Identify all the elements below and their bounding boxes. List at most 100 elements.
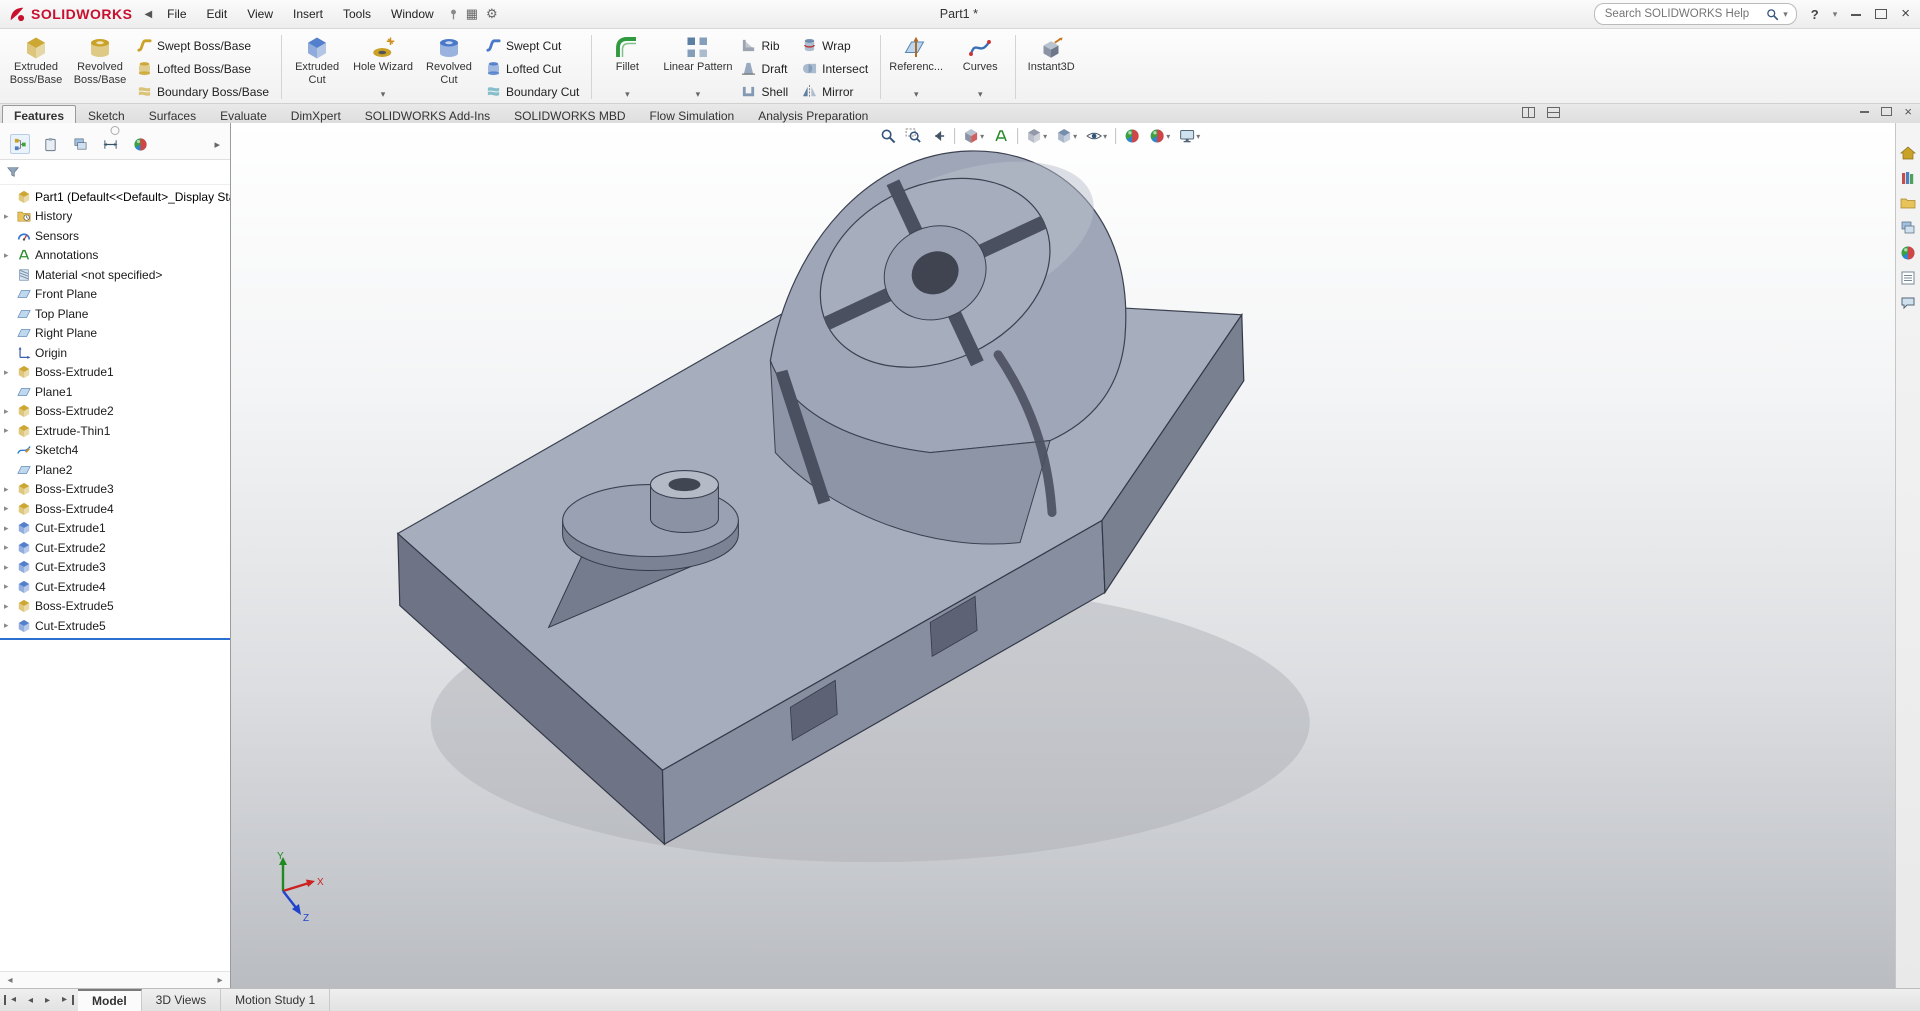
tree-item-top-plane[interactable]: ▸ Top Plane <box>0 304 230 324</box>
document-restore-button[interactable] <box>1881 107 1893 116</box>
curves-button[interactable]: Curves ▾ <box>948 31 1012 103</box>
filter-funnel-icon[interactable] <box>6 165 20 179</box>
reference-geometry-dropdown-icon[interactable]: ▾ <box>914 90 919 100</box>
expand-arrow-icon[interactable]: ▸ <box>4 426 15 435</box>
custom-properties-icon[interactable] <box>1900 270 1916 286</box>
swept-boss-base-button[interactable]: Swept Boss/Base <box>132 34 278 57</box>
expand-arrow-icon[interactable]: ▸ <box>4 621 15 630</box>
quick-snapshot-icon[interactable]: ▦ <box>462 6 482 22</box>
view-orientation-chevron-icon[interactable]: ▾ <box>1043 132 1047 141</box>
expand-arrow-icon[interactable]: ▸ <box>4 562 15 572</box>
tree-item-cut-extrude5[interactable]: ▸ Cut-Extrude5 <box>0 616 230 636</box>
display-style-button[interactable]: ▾ <box>1053 126 1080 146</box>
split-pane-vertical-icon[interactable] <box>1522 107 1535 118</box>
tree-item-annotations[interactable]: ▸ Annotations <box>0 246 230 266</box>
section-view-chevron-icon[interactable]: ▾ <box>980 132 984 141</box>
tree-item-sensors[interactable]: ▸ Sensors <box>0 226 230 246</box>
scroll-left-arrow-icon[interactable]: ◂ <box>3 975 17 986</box>
document-close-button[interactable]: × <box>1904 105 1912 118</box>
expand-arrow-icon[interactable]: ▸ <box>4 582 15 591</box>
view-settings-chevron-icon[interactable]: ▾ <box>1196 132 1200 141</box>
tree-item-cut-extrude4[interactable]: ▸ Cut-Extrude4 <box>0 577 230 597</box>
menu-window[interactable]: Window <box>382 4 443 24</box>
graphics-viewport[interactable]: ▾ ▾ ▾ ▾ ▾ ▾ Y X Z <box>231 123 1895 989</box>
view-palette-icon[interactable] <box>1900 220 1916 236</box>
first-tab-button[interactable]: ◂ <box>4 995 21 1005</box>
task-pane-home-icon[interactable] <box>1900 145 1916 161</box>
last-tab-button[interactable]: ▸ <box>57 995 74 1005</box>
tree-item-plane1[interactable]: ▸ Plane1 <box>0 382 230 402</box>
search-scope-chevron-icon[interactable]: ▾ <box>1783 9 1788 20</box>
document-minimize-button[interactable] <box>1860 110 1870 113</box>
view-orientation-button[interactable]: ▾ <box>1023 126 1050 146</box>
file-explorer-icon[interactable] <box>1900 195 1916 211</box>
wrap-button[interactable]: Wrap <box>797 34 877 57</box>
displaymanager-tab[interactable] <box>130 134 150 154</box>
menu-insert[interactable]: Insert <box>284 4 332 24</box>
draft-button[interactable]: Draft <box>736 57 797 80</box>
previous-tab-button[interactable]: ◂ <box>23 995 38 1006</box>
expand-arrow-icon[interactable]: ▸ <box>4 211 15 221</box>
panel-flyout-chevron-icon[interactable]: ▸ <box>214 138 224 151</box>
search-icon[interactable] <box>1766 8 1779 21</box>
expand-arrow-icon[interactable]: ▸ <box>4 250 15 260</box>
part-3d-model[interactable] <box>231 123 1895 989</box>
hide-show-items-button[interactable]: ▾ <box>1083 126 1110 146</box>
tree-item-boss-extrude1[interactable]: ▸ Boss-Extrude1 <box>0 363 230 383</box>
window-maximize-button[interactable] <box>1875 9 1888 19</box>
design-library-icon[interactable] <box>1900 170 1916 186</box>
tree-item-cut-extrude1[interactable]: ▸ Cut-Extrude1 <box>0 519 230 539</box>
tree-item-cut-extrude2[interactable]: ▸ Cut-Extrude2 <box>0 538 230 558</box>
fillet-button[interactable]: Fillet ▾ <box>595 31 659 103</box>
rib-button[interactable]: Rib <box>736 34 797 57</box>
help-search-box[interactable]: ▾ <box>1593 3 1797 25</box>
revolved-cut-button[interactable]: Revolved Cut <box>417 31 481 103</box>
boundary-cut-button[interactable]: Boundary Cut <box>481 80 588 103</box>
lofted-boss-base-button[interactable]: Lofted Boss/Base <box>132 57 278 80</box>
panel-collapse-handle[interactable] <box>110 126 120 135</box>
tree-item-boss-extrude5[interactable]: ▸ Boss-Extrude5 <box>0 597 230 617</box>
tree-item-boss-extrude3[interactable]: ▸ Boss-Extrude3 <box>0 480 230 500</box>
menu-edit[interactable]: Edit <box>198 4 237 24</box>
hole-wizard-button[interactable]: Hole Wizard ▾ <box>349 31 417 103</box>
zoom-to-area-button[interactable] <box>902 126 924 146</box>
tree-item-history[interactable]: ▸ History <box>0 207 230 227</box>
expand-arrow-icon[interactable]: ▸ <box>4 601 15 611</box>
zoom-to-fit-button[interactable] <box>877 126 899 146</box>
revolved-boss-base-button[interactable]: Revolved Boss/Base <box>68 31 132 103</box>
next-tab-button[interactable]: ▸ <box>40 995 55 1006</box>
help-button[interactable]: ? <box>1811 7 1819 22</box>
extruded-boss-base-button[interactable]: Extruded Boss/Base <box>4 31 68 103</box>
shell-button[interactable]: Shell <box>736 80 797 103</box>
boundary-boss-base-button[interactable]: Boundary Boss/Base <box>132 80 278 103</box>
help-search-input[interactable] <box>1602 7 1763 21</box>
dimxpertmanager-tab[interactable] <box>100 134 120 154</box>
featuremanager-tree-tab[interactable] <box>10 134 30 154</box>
expand-arrow-icon[interactable]: ▸ <box>4 504 15 513</box>
tree-item-origin[interactable]: ▸ Origin <box>0 343 230 363</box>
tree-item-boss-extrude2[interactable]: ▸ Boss-Extrude2 <box>0 402 230 422</box>
tree-item-extrude-thin1[interactable]: ▸ Extrude-Thin1 <box>0 421 230 441</box>
rollback-bar[interactable] <box>0 637 230 640</box>
menu-file[interactable]: File <box>158 4 195 24</box>
options-gear-icon[interactable]: ⚙ <box>482 6 502 22</box>
tab-model[interactable]: Model <box>78 989 142 1011</box>
expand-arrow-icon[interactable]: ▸ <box>4 523 15 533</box>
expand-arrow-icon[interactable]: ▸ <box>4 406 15 416</box>
tree-item-plane2[interactable]: ▸ Plane2 <box>0 460 230 480</box>
menu-view[interactable]: View <box>238 4 282 24</box>
split-pane-horizontal-icon[interactable] <box>1547 107 1560 118</box>
menu-collapse-icon[interactable]: ◀ <box>144 9 152 20</box>
tree-item-material[interactable]: ▸ Material <not specified> <box>0 265 230 285</box>
hole-wizard-dropdown-icon[interactable]: ▾ <box>381 90 386 100</box>
tree-item-cut-extrude3[interactable]: ▸ Cut-Extrude3 <box>0 558 230 578</box>
tab-3d-views[interactable]: 3D Views <box>142 989 222 1011</box>
lofted-cut-button[interactable]: Lofted Cut <box>481 57 588 80</box>
expand-arrow-icon[interactable]: ▸ <box>4 543 15 552</box>
section-view-button[interactable]: ▾ <box>960 126 987 146</box>
configurationmanager-tab[interactable] <box>70 134 90 154</box>
view-settings-button[interactable]: ▾ <box>1176 126 1203 146</box>
expand-arrow-icon[interactable]: ▸ <box>4 484 15 494</box>
curves-dropdown-icon[interactable]: ▾ <box>978 90 983 100</box>
tree-item-boss-extrude4[interactable]: ▸ Boss-Extrude4 <box>0 499 230 519</box>
